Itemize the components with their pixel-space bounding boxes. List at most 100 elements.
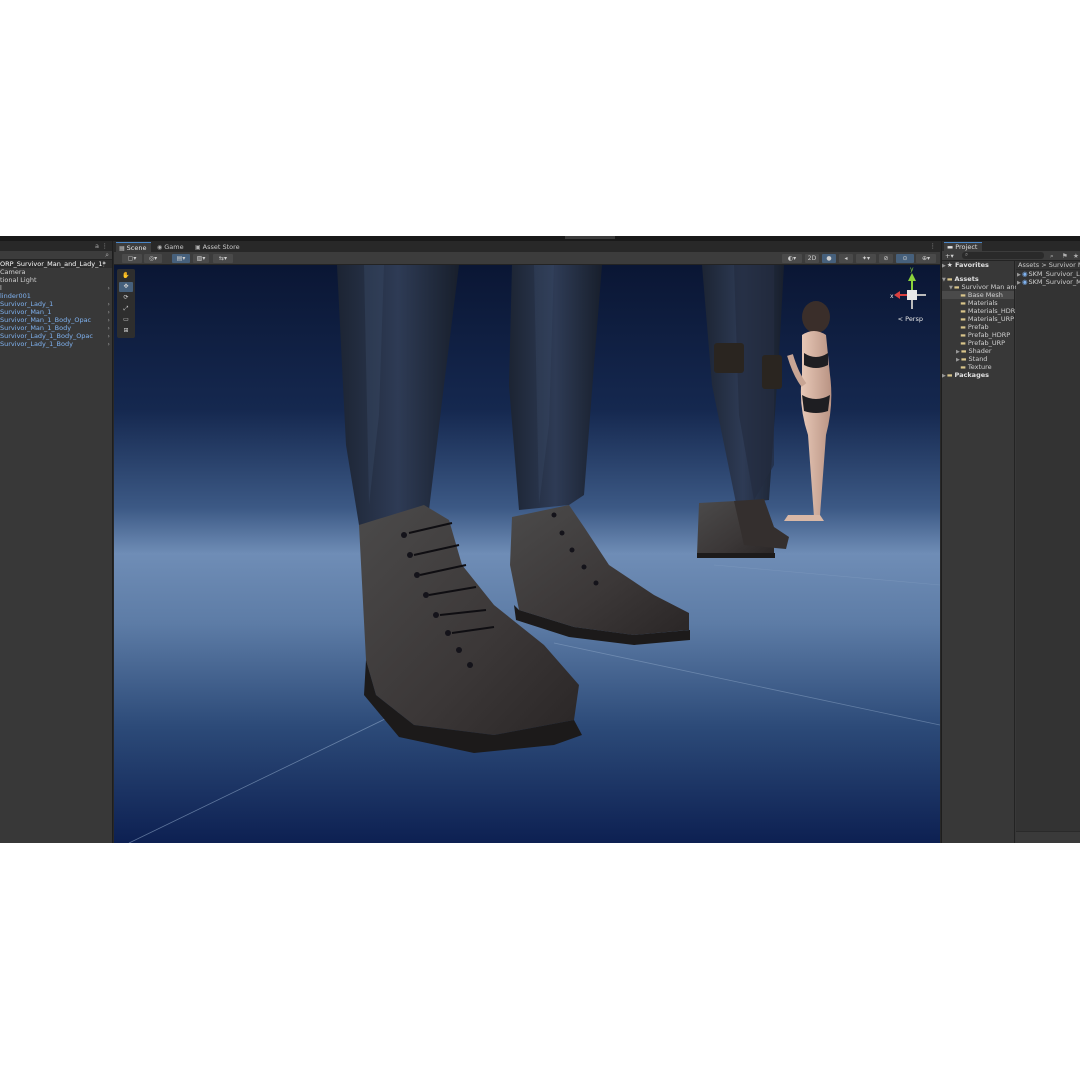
snap-increment-dropdown[interactable]: ▧▾: [193, 254, 209, 263]
audio-toggle-button[interactable]: ◂: [839, 254, 853, 263]
title-drag-handle[interactable]: [565, 236, 615, 239]
render-path-dropdown[interactable]: ⇆▾: [213, 254, 233, 263]
scale-tool-icon[interactable]: ⤢: [119, 304, 133, 314]
file-list: ▶◉SKM_Survivor_La ▶◉SKM_Survivor_M: [1016, 270, 1080, 286]
toggle-2d-button[interactable]: 2D: [805, 254, 819, 263]
hierarchy-item-label: Survivor_Man_1: [0, 308, 52, 316]
assets-root-row[interactable]: ▼▬ Assets: [942, 275, 1014, 283]
hierarchy-item[interactable]: tional Light: [0, 276, 112, 284]
hierarchy-item[interactable]: Survivor_Lady_1_Body ›: [0, 340, 112, 348]
tab-scene[interactable]: ▦ Scene: [116, 242, 151, 252]
hierarchy-item[interactable]: l ›: [0, 284, 112, 292]
folder-row[interactable]: ▬ Materials_URP: [942, 315, 1014, 323]
hierarchy-item[interactable]: linder001: [0, 292, 112, 300]
hierarchy-panel: a ⋮ ⌕ ORP_Survivor_Man_and_Lady_1* ⋮ Cam…: [0, 241, 113, 843]
hierarchy-item[interactable]: Survivor_Lady_1_Body_Opac ›: [0, 332, 112, 340]
rotate-tool-icon[interactable]: ⟳: [119, 293, 133, 303]
project-panel: ▬ Project +▾ ⌕ ⌕ ⚑ ★ ▶★ Favorites ▼▬ Asse…: [941, 241, 1080, 843]
chevron-right-icon[interactable]: ›: [107, 308, 110, 316]
breadcrumb-separator: >: [1041, 261, 1049, 269]
folder-row[interactable]: ▬ Materials_HDR: [942, 307, 1015, 315]
scene-tabbar: ▦ Scene ◉ Game ▣ Asset Store ⋮: [114, 241, 940, 252]
assets-label: Assets: [954, 275, 979, 283]
label-filter-icon[interactable]: ⚑: [1062, 252, 1068, 260]
tab-asset-store[interactable]: ▣ Asset Store: [192, 242, 244, 252]
chevron-right-icon[interactable]: ›: [107, 316, 110, 324]
packages-row[interactable]: ▶▬ Packages: [942, 371, 1014, 379]
hierarchy-item[interactable]: Survivor_Man_1_Body_Opac ›: [0, 316, 112, 324]
folder-row[interactable]: ▶▬ Shader: [942, 347, 1014, 355]
persp-text: Persp: [905, 315, 923, 323]
store-bag-icon: ▣: [195, 244, 201, 251]
gizmos-dropdown[interactable]: ⊕▾: [916, 254, 936, 263]
tab-project[interactable]: ▬ Project: [944, 242, 983, 251]
expand-arrow-icon[interactable]: ▶: [942, 373, 946, 379]
hierarchy-item[interactable]: Survivor_Lady_1 ›: [0, 300, 112, 308]
scene-menu-icon[interactable]: ⋮: [101, 260, 108, 268]
folder-label: Survivor Man and: [961, 283, 1019, 291]
chevron-right-icon[interactable]: ›: [107, 284, 110, 292]
asset-file-row[interactable]: ▶◉SKM_Survivor_M: [1016, 278, 1080, 286]
asset-file-row[interactable]: ▶◉SKM_Survivor_La: [1016, 270, 1080, 278]
lock-icon[interactable]: a: [95, 242, 99, 250]
chevron-right-icon[interactable]: ›: [107, 332, 110, 340]
hierarchy-item[interactable]: Survivor_Man_1_Body ›: [0, 324, 112, 332]
scene-camera-dropdown[interactable]: ⊙: [896, 254, 914, 263]
breadcrumb-item[interactable]: Assets: [1018, 261, 1039, 269]
add-asset-button[interactable]: +▾: [945, 252, 954, 260]
hierarchy-item-label: Survivor_Lady_1_Body_Opac: [0, 332, 93, 340]
lighting-toggle-button[interactable]: ●: [822, 254, 836, 263]
folder-row[interactable]: ▬ Prefab: [942, 323, 1014, 331]
scene-root-row[interactable]: ORP_Survivor_Man_and_Lady_1* ⋮: [0, 260, 112, 268]
folder-icon: ▬: [946, 372, 953, 379]
folder-icon: ▬: [947, 243, 956, 251]
chevron-right-icon[interactable]: ›: [107, 324, 110, 332]
hand-tool-icon[interactable]: ✋: [119, 271, 133, 281]
effects-dropdown[interactable]: ✦▾: [856, 254, 876, 263]
folder-icon: ▬: [960, 340, 966, 347]
folder-icon: ▬: [960, 348, 967, 355]
project-tabbar: ▬ Project: [942, 241, 1080, 251]
folder-row[interactable]: ▶▬ Stand: [942, 355, 1014, 363]
folder-icon: ▬: [960, 324, 966, 331]
tab-game[interactable]: ◉ Game: [154, 242, 188, 252]
rect-tool-icon[interactable]: ▭: [119, 315, 133, 325]
hierarchy-item[interactable]: Camera: [0, 268, 112, 276]
folder-list: ▼▬ Survivor Man and ▬ Base Mesh ▬ Materials…: [942, 283, 1019, 371]
hierarchy-item[interactable]: Survivor_Man_1 ›: [0, 308, 112, 316]
favorite-filter-icon[interactable]: ★: [1073, 252, 1079, 260]
star-icon: ★: [946, 261, 953, 269]
chevron-right-icon[interactable]: ›: [107, 300, 110, 308]
folder-row[interactable]: ▬ Base Mesh: [942, 291, 1014, 299]
grid-snap-dropdown[interactable]: ▤▾: [172, 254, 190, 263]
search-input[interactable]: ⌕: [962, 252, 1044, 259]
scene-icon: ▦: [119, 245, 125, 252]
scene-viewport[interactable]: x y ✋ ✥ ⟳ ⤢ ▭ ⊞ < Persp: [114, 265, 940, 843]
tab-label: Game: [164, 243, 184, 251]
search-icon[interactable]: ⌕: [105, 251, 109, 260]
draw-mode-dropdown[interactable]: ▢▾: [122, 254, 142, 263]
panel-menu-icon[interactable]: ⋮: [102, 242, 109, 250]
hierarchy-tabbar: a ⋮: [0, 241, 112, 251]
favorites-label: Favorites: [954, 261, 989, 269]
folder-row[interactable]: ▬ Materials: [942, 299, 1014, 307]
search-by-type-icon[interactable]: ⌕: [1050, 252, 1054, 261]
shading-mode-dropdown[interactable]: ◐▾: [782, 254, 802, 263]
scene-name: ORP_Survivor_Man_and_Lady_1*: [0, 260, 106, 268]
breadcrumb-item[interactable]: Survivor Man: [1049, 261, 1080, 269]
project-file-browser: Assets > Survivor Man ▶◉SKM_Survivor_La▶…: [1016, 261, 1080, 843]
folder-row[interactable]: ▬ Prefab_URP: [942, 339, 1014, 347]
panel-menu-icon[interactable]: ⋮: [930, 242, 937, 250]
transform-tool-icon[interactable]: ⊞: [119, 326, 133, 336]
projection-label[interactable]: < Persp: [898, 315, 923, 323]
chevron-right-icon[interactable]: ›: [107, 340, 110, 348]
expand-arrow-icon[interactable]: ▶: [1017, 280, 1021, 286]
move-tool-icon[interactable]: ✥: [119, 282, 133, 292]
favorites-row[interactable]: ▶★ Favorites: [942, 261, 1014, 269]
hidden-objects-button[interactable]: ⊘: [879, 254, 893, 263]
gizmo-dropdown[interactable]: ◎▾: [144, 254, 162, 263]
folder-row[interactable]: ▼▬ Survivor Man and: [942, 283, 1019, 291]
file-browser-footer: [1016, 831, 1080, 843]
folder-row[interactable]: ▬ Prefab_HDRP: [942, 331, 1014, 339]
folder-row[interactable]: ▬ Texture: [942, 363, 1014, 371]
